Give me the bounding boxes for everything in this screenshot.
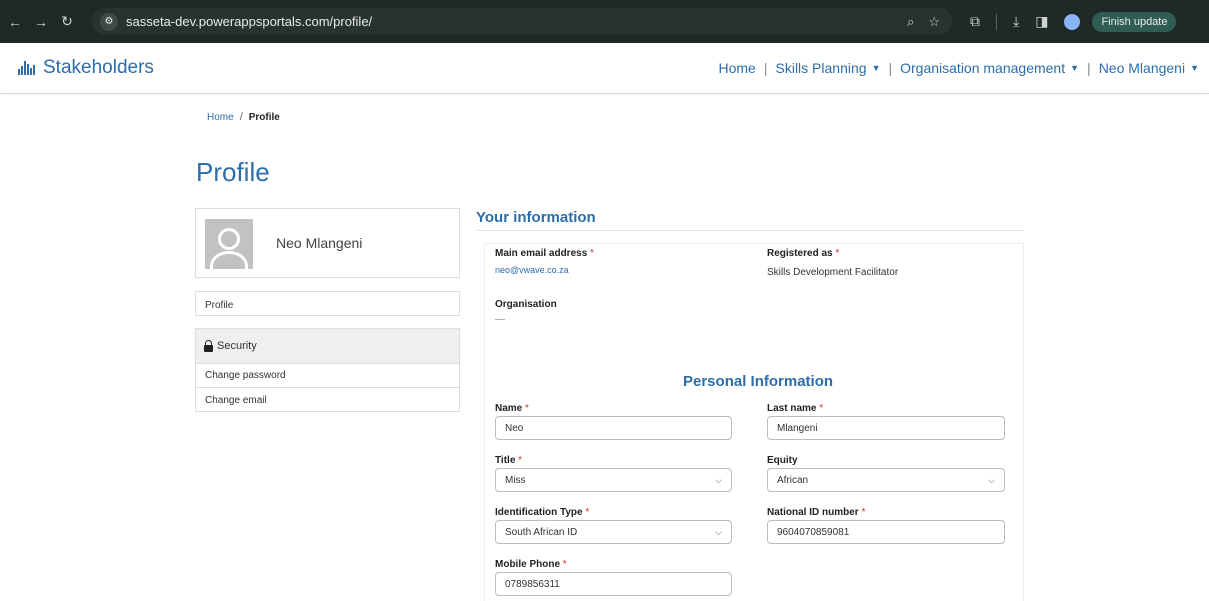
extensions-icon[interactable]: ⧉ (970, 13, 980, 30)
sidebar-item-change-password[interactable]: Change password (196, 364, 459, 388)
name-label: Name * (495, 403, 529, 414)
national-id-label: National ID number * (767, 507, 866, 518)
your-information-heading: Your information (476, 209, 596, 226)
required-marker: * (835, 248, 840, 259)
equity-select-value: African (777, 474, 809, 486)
identification-type-label: Identification Type * (495, 507, 590, 518)
sidebar-item-change-email[interactable]: Change email (196, 388, 459, 412)
security-panel: Security Change password Change email (195, 328, 460, 412)
organisation-label: Organisation (495, 299, 557, 310)
id-type-label-wrap: Identification Type * (495, 507, 589, 518)
last-name-label: Last name * (767, 403, 824, 414)
browser-toolbar: ← → ↻ ⚙ sasseta-dev.powerappsportals.com… (0, 0, 1209, 43)
required-marker: * (590, 248, 594, 259)
nav-user-menu[interactable]: Neo Mlangeni ▼ (1099, 60, 1199, 76)
title-label-wrap: Title * (495, 455, 522, 466)
registered-as-value: Skills Development Facilitator (767, 267, 899, 278)
nav-skills-planning[interactable]: Skills Planning ▼ (776, 60, 881, 76)
security-heading-label: Security (217, 340, 257, 352)
registered-as-field: Registered as * Skills Development Facil… (767, 248, 898, 278)
equity-label: Equity (767, 455, 798, 466)
nav-home[interactable]: Home (719, 60, 756, 76)
reload-icon[interactable]: ↻ (56, 13, 78, 30)
brand-logo-icon (18, 61, 35, 75)
mobile-phone-label: Mobile Phone * (495, 559, 567, 570)
main-email-field: Main email address * neo@vwave.co.za (495, 248, 594, 275)
address-bar[interactable]: ⚙ sasseta-dev.powerappsportals.com/profi… (92, 8, 952, 35)
brand[interactable]: Stakeholders (18, 57, 154, 79)
personal-information-heading: Personal Information (683, 373, 834, 390)
toolbar-divider (996, 13, 997, 30)
lock-icon (204, 339, 213, 352)
profile-card: Neo Mlangeni (195, 208, 460, 278)
side-panel-icon[interactable]: ◨ (1035, 13, 1048, 30)
main-email-value[interactable]: neo@vwave.co.za (495, 265, 594, 275)
mobile-phone-input[interactable]: 0789856311 (495, 572, 732, 596)
equity-label-wrap: Equity (767, 455, 798, 466)
sidebar-item-profile[interactable]: Profile (195, 291, 460, 316)
required-marker: * (861, 507, 866, 518)
breadcrumb: Home / Profile (207, 111, 280, 123)
caret-down-icon: ▼ (1070, 63, 1080, 73)
required-marker: * (819, 403, 824, 414)
organisation-field: Organisation — (495, 299, 557, 325)
chevron-down-icon: ⌵ (715, 474, 722, 485)
title-select-value: Miss (505, 474, 526, 486)
last-name-label-wrap: Last name * (767, 403, 823, 414)
caret-down-icon: ▼ (1190, 63, 1199, 73)
heading-divider (476, 230, 1024, 231)
zoom-icon[interactable]: ⌕ (907, 14, 914, 30)
chevron-down-icon: ⌵ (988, 474, 995, 485)
avatar (205, 219, 253, 269)
caret-down-icon: ▼ (871, 63, 881, 73)
page-title: Profile (196, 157, 270, 187)
registered-as-label: Registered as * (767, 248, 840, 259)
avatar-body-shape (210, 251, 248, 269)
top-navigation: Home | Skills Planning ▼ | Organisation m… (719, 60, 1200, 76)
breadcrumb-current: Profile (248, 112, 280, 123)
last-name-input[interactable]: Mlangeni (767, 416, 1005, 440)
nav-divider: | (888, 60, 893, 76)
title-label: Title * (495, 455, 523, 466)
nav-divider: | (1087, 60, 1091, 76)
forward-icon[interactable]: → (30, 14, 52, 30)
bookmark-star-icon[interactable]: ☆ (928, 14, 940, 30)
back-icon[interactable]: ← (4, 14, 26, 30)
browser-profile-icon[interactable] (1064, 13, 1081, 30)
name-input[interactable]: Neo (495, 416, 732, 440)
security-heading: Security (196, 329, 459, 364)
nav-divider: | (763, 60, 768, 76)
mobile-label-wrap: Mobile Phone * (495, 559, 567, 570)
download-icon[interactable]: ⤓ (1013, 13, 1019, 30)
site-info-icon[interactable]: ⚙ (100, 12, 118, 31)
national-id-label-wrap: National ID number * (767, 507, 865, 518)
main-email-label: Main email address * (495, 248, 594, 259)
avatar-head-shape (218, 228, 240, 250)
nav-organisation-management[interactable]: Organisation management ▼ (900, 60, 1079, 76)
name-label-wrap: Name * (495, 403, 529, 414)
title-select[interactable]: Miss ⌵ (495, 468, 732, 492)
finish-update-button[interactable]: Finish update (1092, 11, 1177, 32)
required-marker: * (562, 559, 567, 570)
breadcrumb-separator: / (239, 111, 243, 123)
required-marker: * (518, 455, 523, 466)
brand-name: Stakeholders (43, 57, 154, 78)
chevron-down-icon: ⌵ (715, 526, 722, 537)
identification-type-select[interactable]: South African ID ⌵ (495, 520, 732, 544)
identification-type-value: South African ID (505, 526, 578, 538)
national-id-input[interactable]: 9604070859081 (767, 520, 1005, 544)
organisation-value: — (495, 314, 505, 325)
profile-user-name: Neo Mlangeni (276, 235, 363, 251)
required-marker: * (585, 507, 590, 518)
equity-select[interactable]: African ⌵ (767, 468, 1005, 492)
site-header: Stakeholders Home | Skills Planning ▼ | O… (0, 43, 1209, 94)
url-text: sasseta-dev.powerappsportals.com/profile… (126, 14, 373, 29)
breadcrumb-home[interactable]: Home (207, 112, 234, 123)
required-marker: * (525, 403, 529, 414)
